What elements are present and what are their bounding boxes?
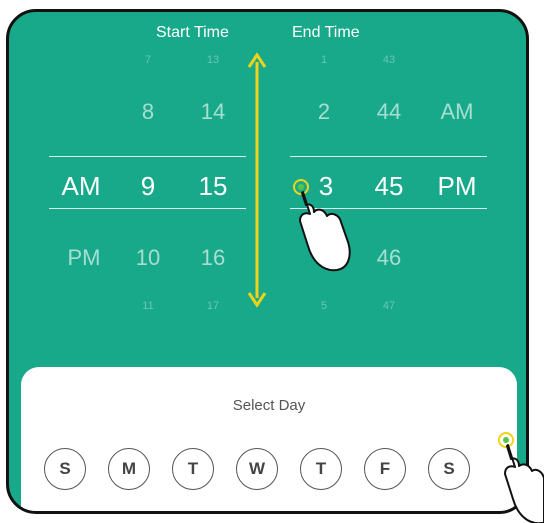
double-arrow-icon	[247, 52, 267, 308]
pointing-hand-icon	[498, 432, 544, 523]
pointing-hand-icon	[293, 179, 351, 272]
annotation-overlay	[247, 52, 544, 523]
